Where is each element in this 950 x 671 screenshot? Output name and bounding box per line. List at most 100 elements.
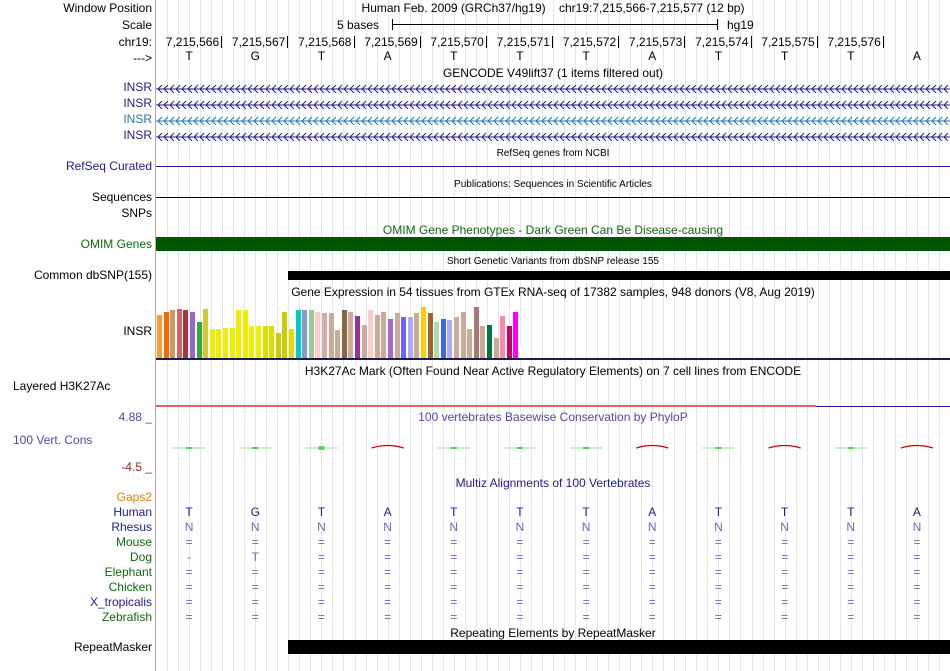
gtex-tissue-bar[interactable]	[401, 317, 407, 358]
gtex-tissue-bar[interactable]	[282, 311, 288, 358]
gtex-tissue-bar[interactable]	[447, 320, 453, 358]
gtex-tissue-bar[interactable]	[513, 311, 519, 358]
gtex-tissue-bar[interactable]	[269, 326, 275, 358]
track-area[interactable]: Human Feb. 2009 (GRCh37/hg19) chr19:7,21…	[156, 0, 950, 671]
insr-label-4[interactable]: INSR	[123, 128, 152, 143]
gtex-tissue-bar[interactable]	[440, 318, 446, 358]
gtex-tissue-bar[interactable]	[421, 307, 426, 358]
species-mouse[interactable]: Mouse	[116, 535, 152, 550]
sequences-label[interactable]: Sequences	[92, 190, 152, 205]
h3k27ac-label[interactable]: Layered H3K27Ac	[13, 379, 110, 394]
ruler-tick	[618, 36, 620, 48]
gtex-tissue-bar[interactable]	[183, 310, 189, 358]
gtex-tissue-bar[interactable]	[374, 314, 380, 358]
insr-transcript-3[interactable]	[156, 115, 950, 125]
gtex-tissue-bar[interactable]	[242, 310, 248, 358]
insr-label-3[interactable]: INSR	[123, 112, 152, 127]
insr-transcript-1[interactable]	[156, 83, 950, 93]
refseq-label[interactable]: RefSeq Curated	[66, 159, 152, 174]
insr-transcript-4[interactable]	[156, 131, 950, 141]
gtex-tissue-bar[interactable]	[361, 324, 367, 358]
repeatmasker-element[interactable]	[288, 640, 950, 654]
gtex-tissue-bar[interactable]	[500, 315, 506, 358]
gtex-tissue-bar[interactable]	[388, 318, 393, 358]
gtex-tissue-bar[interactable]	[394, 313, 400, 358]
species-chicken[interactable]: Chicken	[109, 580, 152, 595]
gtex-tissue-bar[interactable]	[506, 326, 512, 358]
gtex-bar-chart[interactable]	[156, 300, 536, 358]
gtex-tissue-bar[interactable]	[236, 310, 242, 358]
gtex-tissue-bar[interactable]	[289, 329, 294, 358]
gtex-tissue-bar[interactable]	[209, 329, 215, 358]
snps-label[interactable]: SNPs	[121, 206, 152, 221]
gtex-tissue-bar[interactable]	[170, 310, 176, 358]
species-rhesus[interactable]: Rhesus	[111, 520, 152, 535]
gtex-tissue-bar[interactable]	[223, 327, 228, 358]
species-human[interactable]: Human	[113, 505, 152, 520]
gtex-tissue-bar[interactable]	[328, 313, 334, 358]
gtex-tissue-bar[interactable]	[434, 321, 440, 358]
gtex-tissue-bar[interactable]	[302, 310, 308, 358]
gtex-tissue-bar[interactable]	[256, 326, 261, 358]
gtex-tissue-bar[interactable]	[196, 321, 202, 358]
species-elephant[interactable]: Elephant	[105, 565, 152, 580]
gtex-tissue-bar[interactable]	[460, 311, 466, 358]
gtex-tissue-bar[interactable]	[480, 326, 486, 358]
alignment-base: =	[648, 550, 656, 564]
alignment-base: =	[913, 535, 921, 549]
gtex-tissue-bar[interactable]	[308, 310, 314, 358]
alignment-base: =	[516, 595, 524, 609]
gtex-tissue-bar[interactable]	[341, 310, 347, 358]
gtex-tissue-bar[interactable]	[414, 313, 420, 358]
gtex-tissue-bar[interactable]	[295, 310, 301, 358]
dbsnp-label[interactable]: Common dbSNP(155)	[34, 268, 152, 283]
insr-label-2[interactable]: INSR	[123, 96, 152, 111]
repeatmasker-label[interactable]: RepeatMasker	[74, 640, 152, 655]
gtex-tissue-bar[interactable]	[467, 329, 473, 358]
phylop-label[interactable]: 100 Vert. Cons	[13, 433, 92, 448]
gtex-tissue-bar[interactable]	[368, 310, 374, 358]
gaps-label[interactable]: Gaps2	[117, 490, 152, 505]
omim-gene-bar[interactable]	[156, 237, 950, 251]
species-dog[interactable]: Dog	[130, 550, 152, 565]
phylop-signal[interactable]	[156, 436, 950, 460]
gtex-tissue-bar[interactable]	[249, 326, 255, 358]
gtex-tissue-bar[interactable]	[355, 315, 360, 358]
gtex-tissue-bar[interactable]	[427, 313, 433, 358]
omim-label[interactable]: OMIM Genes	[81, 237, 152, 252]
alignment-base: =	[582, 550, 590, 564]
species-x-tropicalis[interactable]: X_tropicalis	[90, 595, 152, 610]
gtex-tissue-bar[interactable]	[520, 346, 525, 358]
gtex-gene-label[interactable]: INSR	[123, 324, 152, 339]
dbsnp-variant-bar[interactable]	[288, 271, 950, 280]
gtex-tissue-bar[interactable]	[335, 330, 341, 358]
h3k27ac-signal[interactable]	[156, 405, 816, 407]
gtex-tissue-bar[interactable]	[315, 311, 321, 358]
gtex-tissue-bar[interactable]	[322, 313, 327, 358]
gtex-tissue-bar[interactable]	[216, 329, 222, 358]
gtex-tissue-bar[interactable]	[487, 324, 492, 358]
base-letter: T	[714, 49, 723, 63]
alignment-base: =	[185, 565, 193, 579]
gtex-tissue-bar[interactable]	[381, 311, 387, 358]
gtex-tissue-bar[interactable]	[190, 311, 195, 358]
alignment-base: N	[449, 520, 459, 534]
phylop-negative-mark	[371, 444, 404, 449]
refseq-line[interactable]	[156, 166, 950, 167]
gtex-tissue-bar[interactable]	[473, 307, 479, 358]
gtex-tissue-bar[interactable]	[493, 337, 499, 358]
gtex-tissue-bar[interactable]	[407, 317, 413, 358]
gtex-tissue-bar[interactable]	[229, 327, 235, 358]
gtex-tissue-bar[interactable]	[262, 326, 268, 358]
insr-transcript-2[interactable]	[156, 99, 950, 109]
insr-label-1[interactable]: INSR	[123, 80, 152, 95]
gtex-tissue-bar[interactable]	[203, 308, 209, 358]
gtex-tissue-bar[interactable]	[348, 311, 354, 358]
gtex-tissue-bar[interactable]	[275, 333, 281, 358]
gtex-tissue-bar[interactable]	[176, 308, 182, 358]
gtex-tissue-bar[interactable]	[454, 317, 459, 358]
sequences-line[interactable]	[156, 197, 950, 198]
gtex-tissue-bar[interactable]	[157, 314, 162, 358]
species-zebrafish[interactable]: Zebrafish	[102, 610, 152, 625]
gtex-tissue-bar[interactable]	[163, 311, 169, 358]
